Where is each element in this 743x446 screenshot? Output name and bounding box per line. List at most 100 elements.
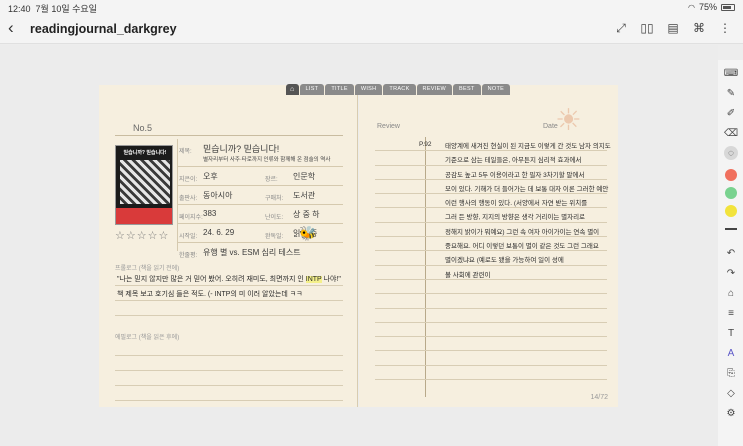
- divider: [725, 228, 737, 230]
- handwriting: 별이겠냐요 (예로도 됐을 가능하여 일이 성에: [445, 257, 564, 265]
- journal-spread: No.5 믿습니까? 믿습니다! ☆☆☆☆☆ 제목: 믿습니까? 믿습니다! 별…: [99, 85, 618, 407]
- title-value: 믿습니까? 믿습니다!: [203, 144, 280, 154]
- fullscreen-icon[interactable]: ⤢: [613, 20, 629, 36]
- handwriting: 공감도 높고 5두 이용이라고 한 필자 3차기할 말에서: [445, 171, 585, 179]
- ruled-line: 볼 사회에 관련이: [375, 266, 607, 280]
- tab-home[interactable]: ⌂: [286, 84, 299, 95]
- back-button[interactable]: ‹: [8, 18, 14, 38]
- row-value: 동아시아: [203, 191, 233, 200]
- ruled-line: P.92 태양계에 새겨진 현실이 된 지금도 이렇게 간 것도 남자 의지도: [375, 137, 611, 152]
- review-label: Review: [377, 123, 400, 130]
- row-key: 출판사:: [179, 196, 198, 202]
- handwriting: 중요해요. 어디 이렇던 보통이 별이 같은 것도 그런 그래요: [445, 243, 599, 251]
- left-page[interactable]: No.5 믿습니까? 믿습니다! ☆☆☆☆☆ 제목: 믿습니까? 믿습니다! 별…: [99, 85, 358, 407]
- document-title: readingjournal_darkgrey: [30, 22, 177, 36]
- fill-icon[interactable]: ◇: [724, 386, 738, 400]
- row-value: 24. 6. 29: [203, 228, 235, 237]
- row-value: 상 중 하: [293, 210, 320, 219]
- cover-title: 믿습니까? 믿습니다!: [123, 150, 167, 156]
- page-reference: P.92: [419, 141, 432, 148]
- ruled-line: 별이겠냐요 (예로도 됐을 가능하여 일이 성에: [375, 251, 607, 266]
- handwriting: 기준으로 삼는 테일들은, 아무튼지 심리적 효과에서: [445, 157, 582, 165]
- color-green-swatch[interactable]: [725, 187, 737, 199]
- cover-art: [120, 160, 170, 204]
- title-row: 제목: 믿습니까? 믿습니다! 별자리부터 사주·타로까지 인류와 함께해 온 …: [177, 139, 343, 167]
- ruled-line: 기준으로 삼는 테일들은, 아무튼지 심리적 효과에서: [375, 151, 607, 166]
- redo-icon[interactable]: ↷: [724, 266, 738, 280]
- row-value: 383: [203, 209, 217, 218]
- row-value: 유행 별 vs. ESM 심리 테스트: [203, 248, 301, 257]
- attach-icon[interactable]: ⌘: [691, 20, 707, 36]
- divider: [115, 135, 343, 136]
- keyboard-icon[interactable]: ⌨: [724, 66, 738, 80]
- index-tabs: ⌂ LIST TITLE WISH TRACK REVIEW BEST NOTE: [286, 84, 511, 95]
- handwriting: 이런 행사의 행동이 있다. (서양에서 자연 받는 위치를: [445, 200, 588, 208]
- shape-icon[interactable]: ⌂: [724, 286, 738, 300]
- ruled-line: [115, 341, 343, 356]
- tab-review[interactable]: REVIEW: [416, 84, 453, 95]
- settings-icon[interactable]: ⚙: [724, 406, 738, 420]
- ruled-line: 책 제목 보고 호기심 들은 적도. (- INTP의 미 이러 알았는데 ㅋㅋ: [115, 286, 343, 301]
- undo-icon[interactable]: ↶: [724, 246, 738, 260]
- sun-doodle-icon: ☀: [555, 104, 582, 137]
- tab-note[interactable]: NOTE: [481, 84, 511, 95]
- tab-title[interactable]: TITLE: [325, 84, 354, 95]
- highlighter-icon[interactable]: ✐: [724, 106, 738, 120]
- tab-list[interactable]: LIST: [299, 84, 325, 95]
- handwriting: 그러 든 방향, 지지의 방향은 생각 거리이는 별자리로: [445, 214, 586, 222]
- rating-stars[interactable]: ☆☆☆☆☆: [115, 229, 169, 242]
- book-view-icon[interactable]: ▯▯: [639, 20, 655, 36]
- page-icon[interactable]: ▤: [665, 20, 681, 36]
- cover-band: [116, 208, 172, 224]
- row-value: 도서관: [293, 191, 316, 200]
- text-icon[interactable]: T: [724, 326, 738, 340]
- more-icon[interactable]: ⋮: [717, 20, 733, 36]
- tab-track[interactable]: TRACK: [383, 84, 416, 95]
- ruled-line: [115, 301, 343, 316]
- side-toolbar: ⌨ ✎ ✐ ⌫ ◌ ↶ ↷ ⌂ ≡ T A ⎘ ◇ ⚙: [718, 60, 743, 446]
- info-row: 페이지수: 383 난이도: 상 중 하: [177, 205, 343, 224]
- entry-number: No.5: [133, 123, 153, 133]
- info-row: 출판사: 동아시아 구매처: 도서관: [177, 186, 343, 205]
- color-red-swatch[interactable]: [725, 169, 737, 181]
- right-page[interactable]: Review Date ☀ P.92 태양계에 새겨진 현실이 된 지금도 이렇…: [359, 85, 618, 407]
- format-icon[interactable]: ⎘: [724, 366, 738, 380]
- color-yellow-swatch[interactable]: [725, 205, 737, 217]
- font-icon[interactable]: A: [724, 346, 738, 360]
- ruled-line: [115, 356, 343, 371]
- toolbar-icons: ⤢ ▯▯ ▤ ⌘ ⋮: [613, 20, 733, 36]
- ruled-line: [375, 294, 607, 309]
- info-row: 지은이: 오후 장르: 인문학: [177, 167, 343, 186]
- status-right: ◠ 75%: [688, 2, 735, 12]
- prologue-lines: "나는 믿지 않지만 많은 거 믿어 봤어. 오히려 재미도, 최면까지 인 I…: [115, 271, 343, 316]
- ruled-line: [115, 371, 343, 386]
- pen-icon[interactable]: ✎: [724, 86, 738, 100]
- eraser-icon[interactable]: ⌫: [724, 126, 738, 140]
- lasso-icon[interactable]: ◌: [724, 146, 738, 160]
- ruled-line: 공감도 높고 5두 이용이라고 한 필자 3차기할 말에서: [375, 166, 607, 180]
- ruled-line: [375, 351, 607, 366]
- ruled-line: [115, 386, 343, 401]
- tab-wish[interactable]: WISH: [354, 84, 383, 95]
- top-toolbar: ‹ readingjournal_darkgrey ⤢ ▯▯ ▤ ⌘ ⋮: [0, 14, 743, 44]
- align-icon[interactable]: ≡: [724, 306, 738, 320]
- row-value: 오후: [203, 172, 218, 181]
- highlight: INTP: [305, 276, 322, 283]
- tab-best[interactable]: BEST: [453, 84, 481, 95]
- ruled-line: [375, 337, 607, 352]
- ruled-line: 그러 든 방향, 지지의 방향은 생각 거리이는 별자리로: [375, 208, 607, 223]
- status-bar: 12:40 7월 10일 수요일 ◠ 75%: [0, 0, 743, 14]
- canvas-area: No.5 믿습니까? 믿습니다! ☆☆☆☆☆ 제목: 믿습니까? 믿습니다! 별…: [0, 45, 718, 446]
- ruled-line: 정해지 밝이가 뭐예요) 그런 속 여자 아이가이는 연속 별이: [375, 223, 607, 238]
- row-key: 지은이:: [179, 177, 198, 183]
- ruled-line: "나는 믿지 않지만 많은 거 믿어 봤어. 오히려 재미도, 최면까지 인 I…: [115, 271, 343, 286]
- battery-percent: 75%: [698, 2, 717, 12]
- row-key: 난이도:: [265, 215, 284, 221]
- handwriting: 볼 사회에 관련이: [445, 271, 491, 279]
- epilogue-label: 에필로그 (책을 읽은 후에): [115, 335, 180, 341]
- ruled-line: [375, 309, 607, 323]
- review-lines: P.92 태양계에 새겨진 현실이 된 지금도 이렇게 간 것도 남자 의지도 …: [375, 137, 611, 381]
- title-key: 제목:: [179, 149, 192, 155]
- handwriting: 태양계에 새겨진 현실이 된 지금도 이렇게 간 것도 남자 의지도: [445, 143, 611, 150]
- row-key: 구매처:: [265, 196, 284, 202]
